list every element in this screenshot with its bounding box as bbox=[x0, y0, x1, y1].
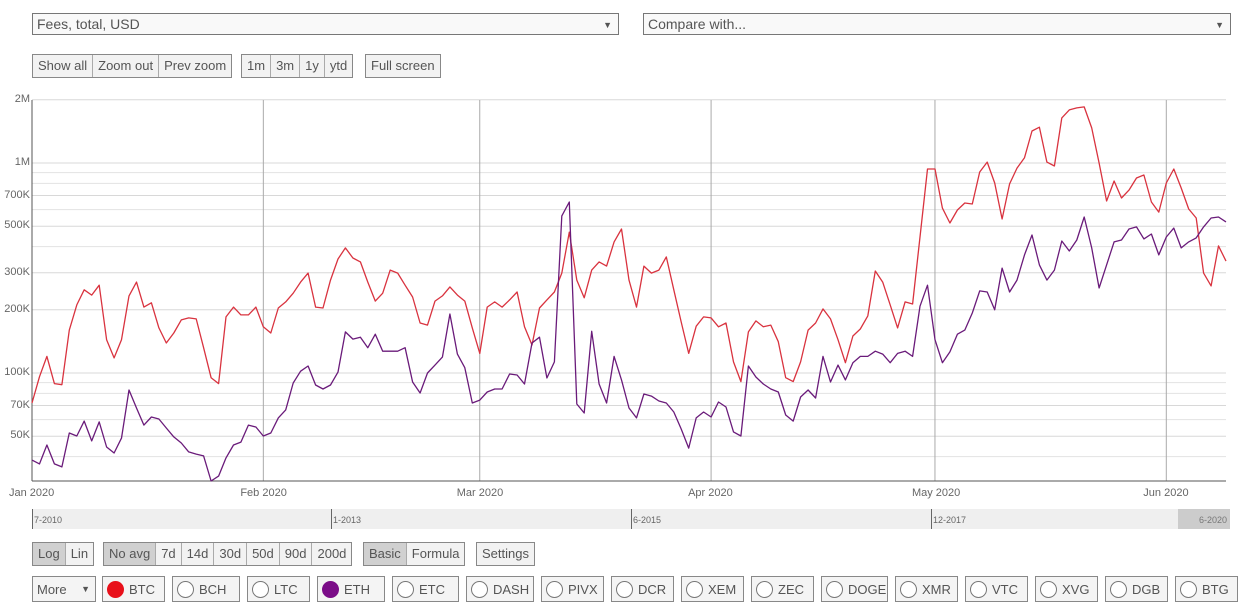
coin-toggle-vtc[interactable]: VTC bbox=[965, 576, 1028, 602]
y-tick-label: 2M bbox=[14, 92, 30, 105]
coin-label: DCR bbox=[638, 581, 667, 597]
fees-chart[interactable] bbox=[0, 0, 1243, 510]
radio-empty-icon bbox=[970, 580, 987, 598]
avg-7d-button[interactable]: 7d bbox=[156, 543, 182, 565]
radio-empty-icon bbox=[471, 580, 488, 598]
coin-label: VTC bbox=[992, 581, 1018, 597]
coin-toggle-xmr[interactable]: XMR bbox=[895, 576, 958, 602]
avg-90d-button[interactable]: 90d bbox=[279, 543, 313, 565]
navigator-label: 7-2010 bbox=[32, 509, 62, 529]
coin-label: DASH bbox=[493, 581, 530, 597]
radio-empty-icon bbox=[616, 580, 633, 598]
y-tick-label: 300K bbox=[4, 265, 30, 278]
coin-toggle-bch[interactable]: BCH bbox=[172, 576, 240, 602]
radio-checked-icon bbox=[322, 580, 339, 598]
coin-label: PIVX bbox=[568, 581, 598, 597]
radio-empty-icon bbox=[177, 580, 194, 598]
x-tick-label: Apr 2020 bbox=[688, 487, 733, 499]
coin-toggle-btc[interactable]: BTC bbox=[102, 576, 165, 602]
radio-empty-icon bbox=[1110, 580, 1127, 598]
coin-label: XVG bbox=[1062, 581, 1090, 597]
coin-toggle-btg[interactable]: BTG bbox=[1175, 576, 1238, 602]
no-avg-button[interactable]: No avg bbox=[104, 543, 157, 565]
navigator-label: 1-2013 bbox=[331, 509, 361, 529]
dropdown-arrow-icon: ▼ bbox=[81, 584, 90, 594]
coin-toggle-doge[interactable]: DOGE bbox=[821, 576, 888, 602]
coin-label: BTG bbox=[1202, 581, 1229, 597]
coin-toggle-pivx[interactable]: PIVX bbox=[541, 576, 604, 602]
radio-empty-icon bbox=[756, 580, 773, 598]
mode-button-group: Basic Formula bbox=[363, 542, 466, 566]
series-line-eth[interactable] bbox=[31, 201, 1227, 482]
x-tick-label: May 2020 bbox=[911, 487, 961, 499]
radio-checked-icon bbox=[107, 580, 124, 598]
radio-empty-icon bbox=[397, 580, 414, 598]
avg-30d-button[interactable]: 30d bbox=[214, 543, 248, 565]
coin-label: ETH bbox=[344, 581, 370, 597]
basic-mode-button[interactable]: Basic bbox=[364, 543, 407, 565]
coin-label: ETC bbox=[419, 581, 445, 597]
average-button-group: No avg 7d 14d 30d 50d 90d 200d bbox=[103, 542, 353, 566]
coin-label: LTC bbox=[274, 581, 298, 597]
x-tick-label: Jun 2020 bbox=[1143, 487, 1189, 499]
coin-toggle-xem[interactable]: XEM bbox=[681, 576, 744, 602]
coin-toggle-dgb[interactable]: DGB bbox=[1105, 576, 1168, 602]
coin-toggle-etc[interactable]: ETC bbox=[392, 576, 459, 602]
x-tick-label: Mar 2020 bbox=[456, 487, 504, 499]
coin-label: XEM bbox=[708, 581, 737, 597]
radio-empty-icon bbox=[826, 580, 843, 598]
series-line-btc[interactable] bbox=[31, 106, 1227, 404]
radio-empty-icon bbox=[686, 580, 703, 598]
y-tick-label: 500K bbox=[4, 219, 30, 232]
more-select-value: More bbox=[37, 581, 67, 597]
navigator-label: 6-2020 bbox=[1198, 515, 1227, 525]
y-tick-label: 100K bbox=[4, 366, 30, 378]
coin-toggle-eth[interactable]: ETH bbox=[317, 576, 385, 602]
time-navigator[interactable]: 7-2010 1-2013 6-2015 12-2017 6-2020 bbox=[32, 509, 1230, 529]
settings-group: Settings bbox=[476, 542, 535, 566]
coin-toggle-zec[interactable]: ZEC bbox=[751, 576, 814, 602]
radio-empty-icon bbox=[900, 580, 917, 598]
y-tick-label: 200K bbox=[4, 302, 30, 315]
coin-toggle-xvg[interactable]: XVG bbox=[1035, 576, 1098, 602]
radio-empty-icon bbox=[546, 580, 563, 598]
settings-button[interactable]: Settings bbox=[477, 543, 534, 565]
lin-scale-button[interactable]: Lin bbox=[65, 543, 94, 565]
coin-label: DOGE bbox=[848, 581, 887, 597]
avg-200d-button[interactable]: 200d bbox=[312, 543, 352, 565]
radio-empty-icon bbox=[1180, 580, 1197, 598]
y-tick-label: 70K bbox=[10, 398, 30, 411]
log-scale-button[interactable]: Log bbox=[33, 543, 66, 565]
chart-grid bbox=[32, 99, 1226, 481]
avg-50d-button[interactable]: 50d bbox=[247, 543, 280, 565]
scale-button-group: Log Lin bbox=[32, 542, 95, 566]
coin-label: DGB bbox=[1132, 581, 1161, 597]
y-tick-label: 50K bbox=[10, 429, 30, 442]
radio-empty-icon bbox=[252, 580, 269, 598]
coin-label: BCH bbox=[199, 581, 227, 597]
coin-label: BTC bbox=[129, 581, 155, 597]
x-tick-label: Jan 2020 bbox=[9, 487, 55, 499]
y-tick-label: 1M bbox=[14, 156, 30, 168]
coin-label: XMR bbox=[922, 581, 951, 597]
navigator-label: 12-2017 bbox=[931, 509, 966, 529]
navigator-label: 6-2015 bbox=[631, 509, 661, 529]
y-tick-label: 700K bbox=[4, 188, 30, 201]
avg-14d-button[interactable]: 14d bbox=[181, 543, 215, 565]
coin-toggle-ltc[interactable]: LTC bbox=[247, 576, 310, 602]
coin-label: ZEC bbox=[778, 581, 804, 597]
coin-toggle-dcr[interactable]: DCR bbox=[611, 576, 674, 602]
formula-mode-button[interactable]: Formula bbox=[406, 543, 465, 565]
more-select[interactable]: More ▼ bbox=[32, 576, 96, 602]
x-tick-label: Feb 2020 bbox=[240, 487, 287, 499]
coin-toggle-dash[interactable]: DASH bbox=[466, 576, 534, 602]
radio-empty-icon bbox=[1040, 580, 1057, 598]
